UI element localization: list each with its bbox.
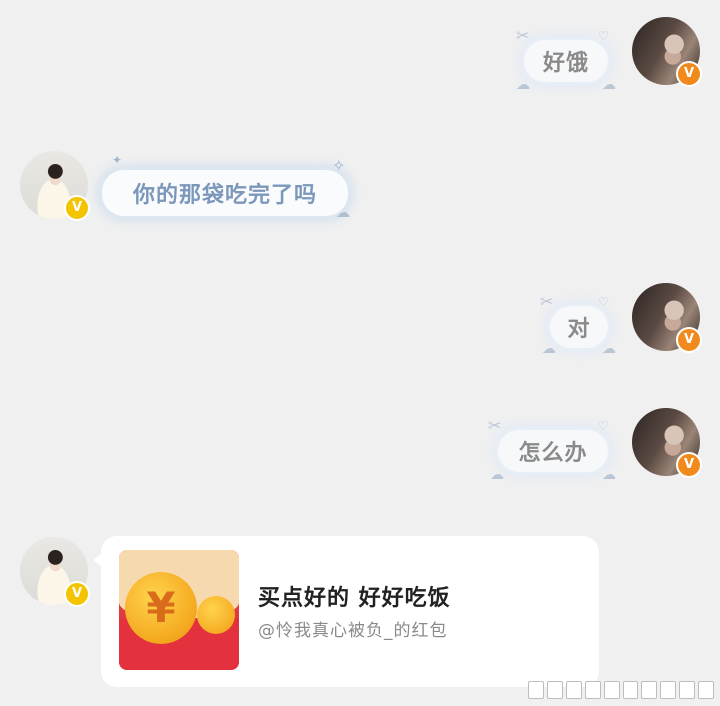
watermark-glyph	[546, 681, 563, 699]
cloud-icon: ☁	[490, 467, 504, 483]
watermark	[528, 681, 715, 699]
cloud-icon: ☁	[602, 77, 616, 93]
verified-badge-icon: V	[64, 195, 90, 221]
watermark-glyph	[679, 681, 696, 699]
contact-avatar[interactable]: V	[632, 408, 702, 478]
watermark-glyph	[603, 681, 620, 699]
coin-icon	[197, 596, 235, 634]
watermark-glyph	[565, 681, 582, 699]
message-text: 好饿	[542, 51, 589, 76]
message-bubble[interactable]: 怎么办	[498, 430, 608, 472]
message-text: 对	[567, 317, 591, 342]
watermark-glyph	[622, 681, 639, 699]
cloud-icon: ☁	[602, 467, 616, 483]
red-packet-sender: @怜我真心被负_的红包	[258, 621, 448, 641]
verified-badge-icon: V	[676, 61, 702, 87]
self-avatar[interactable]: V	[20, 537, 90, 607]
sparkle-icon: ✦	[112, 153, 123, 167]
message-text: 你的那袋吃完了吗	[132, 183, 317, 208]
watermark-glyph	[584, 681, 601, 699]
cloud-icon: ☁	[336, 205, 350, 221]
heart-icon: ♡	[598, 419, 609, 433]
verified-badge-icon: V	[676, 452, 702, 478]
message-bubble[interactable]: 好饿	[524, 40, 608, 82]
watermark-glyph	[698, 681, 715, 699]
self-avatar[interactable]: V	[20, 151, 90, 221]
cloud-icon: ☁	[542, 341, 556, 357]
heart-icon: ♡	[598, 295, 609, 309]
message-bubble[interactable]: 对	[550, 306, 608, 348]
bow-ribbon-icon: ✂	[488, 416, 502, 435]
contact-avatar[interactable]: V	[632, 283, 702, 353]
red-packet-card[interactable]: ¥ 买点好的 好好吃饭 @怜我真心被负_的红包	[101, 536, 599, 687]
watermark-glyph	[528, 681, 544, 699]
cloud-icon: ☁	[602, 341, 616, 357]
watermark-glyph	[660, 681, 677, 699]
message-bubble[interactable]: 你的那袋吃完了吗	[102, 170, 348, 216]
sparkle-icon: ✧	[332, 156, 346, 175]
verified-badge-icon: V	[676, 327, 702, 353]
bow-ribbon-icon: ✂	[540, 292, 554, 311]
red-packet-icon: ¥	[119, 550, 239, 670]
message-text: 怎么办	[518, 441, 588, 466]
cloud-icon: ☁	[516, 77, 530, 93]
verified-badge-icon: V	[64, 581, 90, 607]
bow-ribbon-icon: ✂	[516, 26, 530, 45]
coin-icon: ¥	[125, 572, 197, 644]
contact-avatar[interactable]: V	[632, 17, 702, 87]
red-packet-title: 买点好的 好好吃饭	[258, 586, 451, 611]
heart-icon: ♡	[598, 29, 609, 43]
watermark-glyph	[641, 681, 658, 699]
